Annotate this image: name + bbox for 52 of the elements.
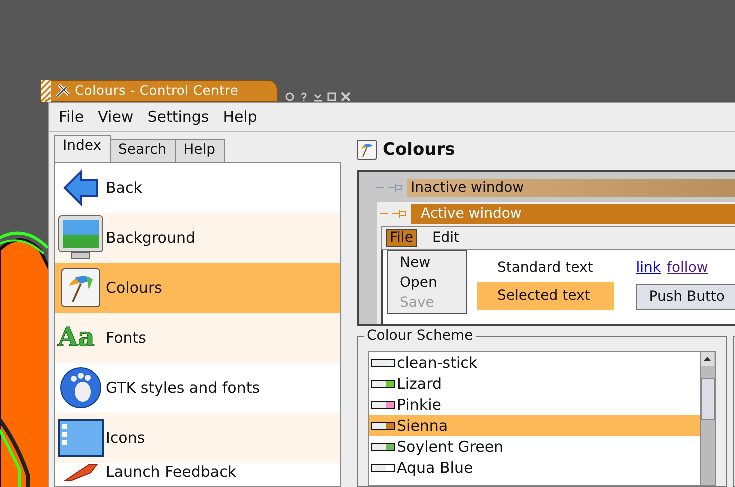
menu-item[interactable]: New <box>400 253 466 273</box>
swatch-icon <box>371 442 395 450</box>
swatch-icon <box>371 358 395 366</box>
help-icon[interactable] <box>299 92 309 102</box>
minimize-icon[interactable] <box>313 92 323 102</box>
selected-text: Selected text <box>477 282 614 310</box>
menu-item[interactable]: File <box>59 108 84 126</box>
menu-item[interactable]: Edit <box>429 230 463 246</box>
menu-item[interactable]: Open <box>400 273 466 293</box>
index-item[interactable]: Background <box>55 213 340 263</box>
tab[interactable]: Index <box>54 135 111 162</box>
menu-item[interactable]: File <box>386 229 418 247</box>
index-item[interactable]: Back <box>55 163 340 213</box>
window-title: Colours - Control Centre <box>75 84 239 98</box>
scrollbar[interactable] <box>700 352 715 485</box>
scheme-item[interactable]: Sienna <box>369 415 700 436</box>
index-item[interactable]: GTK styles and fonts <box>55 363 340 413</box>
active-title-bar: Active window <box>411 204 735 224</box>
index-item[interactable]: Aa Fonts <box>55 313 340 363</box>
push-button[interactable]: Push Butto <box>636 284 735 310</box>
scrollbar-thumb[interactable] <box>701 378 715 420</box>
menu-item[interactable]: Settings <box>148 108 210 126</box>
swatch-icon <box>371 400 395 408</box>
index-item[interactable]: Icons <box>55 413 340 463</box>
scheme-item[interactable]: Lizard <box>369 373 700 394</box>
scheme-item[interactable]: Aqua Blue <box>369 457 700 478</box>
window-icon <box>58 419 104 457</box>
menu-item[interactable]: Help <box>223 108 258 126</box>
circle-icon[interactable] <box>285 92 295 102</box>
menu-item[interactable]: View <box>98 108 134 126</box>
module-title: Colours <box>383 140 456 160</box>
standard-text: Standard text <box>496 259 594 276</box>
scheme-item[interactable]: Soylent Green <box>369 436 700 457</box>
fonts-icon: Aa <box>58 325 104 351</box>
link[interactable]: link <box>636 260 662 276</box>
foot-icon <box>58 366 104 410</box>
index-item[interactable]: Launch Feedback <box>55 463 340 485</box>
inactive-title-bar: Inactive window <box>407 179 735 197</box>
swatch-icon <box>371 422 395 430</box>
scheme-item[interactable]: Pinkie <box>369 394 700 415</box>
tab[interactable]: Search <box>110 139 176 162</box>
tab[interactable]: Help <box>174 139 225 162</box>
close-icon[interactable] <box>341 92 351 102</box>
visited-link[interactable]: follow <box>667 260 708 276</box>
tools-icon <box>55 83 71 99</box>
scheme-item[interactable]: clean-stick <box>369 352 700 373</box>
swatch-icon <box>371 464 395 472</box>
monitor-icon <box>58 215 104 261</box>
swatch-icon <box>371 380 395 388</box>
index-item[interactable]: Colours <box>55 263 340 313</box>
scroll-up-button[interactable] <box>701 352 714 366</box>
maximize-icon[interactable] <box>327 92 337 102</box>
